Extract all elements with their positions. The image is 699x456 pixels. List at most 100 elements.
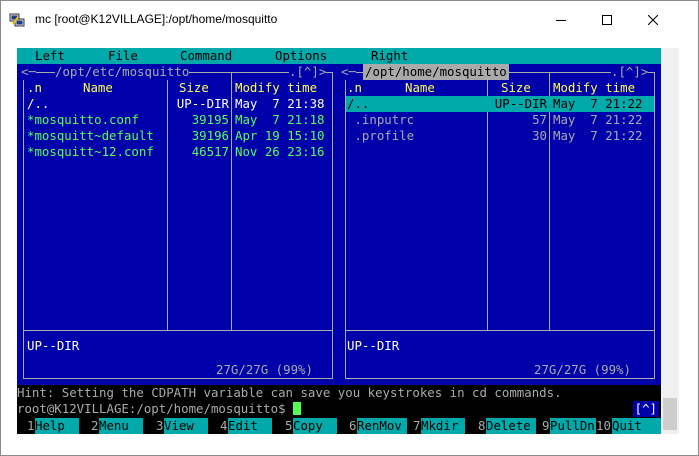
file-name: *mosquitt~12.conf [27, 144, 154, 159]
fkey-help[interactable]: 1 Help [17, 418, 81, 434]
menu-command[interactable]: Command [180, 48, 232, 64]
fkey-label: Quit [612, 418, 661, 434]
fkey-renmov[interactable]: 6 RenMov [339, 418, 407, 434]
panel-nav-right[interactable]: .[^]> [611, 64, 649, 80]
vertical-scrollbar[interactable] [661, 48, 679, 434]
file-modify: May 7 21:38 [235, 96, 325, 111]
fkey-copy[interactable]: 5 Copy [275, 418, 339, 434]
fkey-delete[interactable]: 8 Delete [468, 418, 536, 434]
disk-usage: 27G/27G (99%) [531, 362, 634, 378]
panel-divider [23, 330, 333, 331]
col-header-size[interactable]: Size [501, 80, 531, 96]
minimize-button[interactable] [538, 1, 584, 38]
col-header-modify[interactable]: Modify time [235, 80, 317, 96]
fkey-label: Mkdir [421, 418, 465, 434]
fkey-number: 3 [156, 418, 164, 434]
file-name: *mosquitto.conf [27, 112, 139, 127]
file-size: 39195 [191, 112, 229, 127]
fkey-label: View [164, 418, 208, 434]
file-modify: May 7 21:18 [235, 112, 325, 127]
col-header-n[interactable]: .n [347, 80, 362, 96]
prompt-text: root@K12VILLAGE:/opt/home/mosquitto$ [17, 401, 294, 416]
scrollbar-thumb[interactable] [663, 398, 677, 430]
maximize-button[interactable] [584, 1, 630, 38]
fkey-label: Delete [486, 418, 536, 434]
fkey-number: 7 [413, 418, 421, 434]
panel-nav-left[interactable]: <─ [341, 64, 356, 80]
fkey-edit[interactable]: 4 Edit [210, 418, 274, 434]
menu-file[interactable]: File [108, 48, 138, 64]
file-size: 46517 [191, 144, 229, 159]
putty-icon[interactable] [9, 12, 25, 28]
col-header-name[interactable]: Name [83, 80, 113, 96]
panel-divider [345, 330, 655, 331]
file-name: *mosquitt~default [27, 128, 154, 143]
menu-left[interactable]: Left [35, 48, 65, 64]
mc-menubar: Left File Command Options Right [17, 48, 661, 64]
fkey-label: Menu [99, 418, 143, 434]
file-modify: May 7 21:22 [553, 96, 643, 111]
fkey-quit[interactable]: 10 Quit [596, 418, 661, 434]
close-button[interactable] [630, 1, 676, 38]
close-icon [648, 14, 658, 25]
panel-status: UP--DIR [27, 338, 80, 353]
file-modify: Apr 19 15:10 [235, 128, 325, 143]
fkey-label: Copy [293, 418, 337, 434]
function-key-bar: 1 Help 2 Menu 3 View 4 Edit 5 Copy 6 Ren… [17, 418, 661, 434]
fkey-number: 10 [596, 418, 611, 434]
fkey-label: Help [35, 418, 79, 434]
col-header-n[interactable]: .n [27, 80, 42, 96]
file-modify: Nov 26 23:16 [235, 144, 325, 159]
panel-path[interactable]: /opt/etc/mosquitto [55, 64, 190, 80]
file-modify: May 7 21:22 [553, 128, 643, 143]
file-name: .profile [347, 128, 415, 143]
column-divider [167, 73, 168, 330]
fkey-number: 2 [91, 418, 99, 434]
panel-nav-left[interactable]: <─ [21, 64, 36, 80]
file-modify: May 7 21:22 [553, 112, 643, 127]
file-size: 57 [532, 112, 547, 127]
menu-options[interactable]: Options [275, 48, 327, 64]
col-header-name[interactable]: Name [405, 80, 435, 96]
fkey-number: 6 [349, 418, 357, 434]
fkey-number: 4 [220, 418, 228, 434]
col-header-size[interactable]: Size [179, 80, 209, 96]
fkey-mkdir[interactable]: 7 Mkdir [403, 418, 467, 434]
fkey-pulldn[interactable]: 9 PullDn [532, 418, 600, 434]
file-size: UP--DIR [494, 96, 547, 111]
fkey-label: RenMov [357, 418, 407, 434]
fkey-label: PullDn [550, 418, 600, 434]
file-size: UP--DIR [176, 96, 229, 111]
terminal-area[interactable]: Left File Command Options Right <─ /opt/… [17, 48, 661, 434]
fkey-number: 9 [542, 418, 550, 434]
col-header-modify[interactable]: Modify time [553, 80, 635, 96]
terminal-window: mc [root@K12VILLAGE]:/opt/home/mosquitto… [0, 0, 699, 456]
title-bar[interactable]: mc [root@K12VILLAGE]:/opt/home/mosquitto [1, 1, 698, 38]
maximize-icon [602, 14, 612, 25]
fkey-view[interactable]: 3 View [146, 418, 210, 434]
window-title: mc [root@K12VILLAGE]:/opt/home/mosquitto [35, 12, 278, 26]
left-panel[interactable]: <─ /opt/etc/mosquitto .[^]> .n Name Size… [17, 64, 339, 385]
file-name: .inputrc [347, 112, 415, 127]
file-name: /.. [347, 96, 370, 111]
fkey-label: Edit [228, 418, 272, 434]
file-size: 30 [532, 128, 547, 143]
file-size: 39196 [191, 128, 229, 143]
fkey-number: 1 [27, 418, 35, 434]
hint-line: Hint: Setting the CDPATH variable can sa… [17, 385, 562, 400]
menu-right[interactable]: Right [371, 48, 408, 64]
fkey-number: 5 [285, 418, 293, 434]
right-panel[interactable]: <─ /opt/home/mosquitto .[^]> .n Name Siz… [339, 64, 661, 385]
cursor [293, 402, 302, 415]
minimize-icon [556, 19, 566, 21]
panel-path[interactable]: /opt/home/mosquitto [363, 64, 509, 80]
fkey-menu[interactable]: 2 Menu [81, 418, 145, 434]
column-divider [231, 73, 232, 330]
file-name: /.. [27, 96, 50, 111]
disk-usage: 27G/27G (99%) [213, 362, 316, 378]
command-prompt[interactable]: root@K12VILLAGE:/opt/home/mosquitto$ [17, 401, 661, 417]
panel-nav-right[interactable]: .[^]> [289, 64, 327, 80]
panel-status: UP--DIR [347, 338, 400, 353]
subshell-toggle-button[interactable]: [^] [632, 401, 659, 417]
fkey-number: 8 [478, 418, 486, 434]
